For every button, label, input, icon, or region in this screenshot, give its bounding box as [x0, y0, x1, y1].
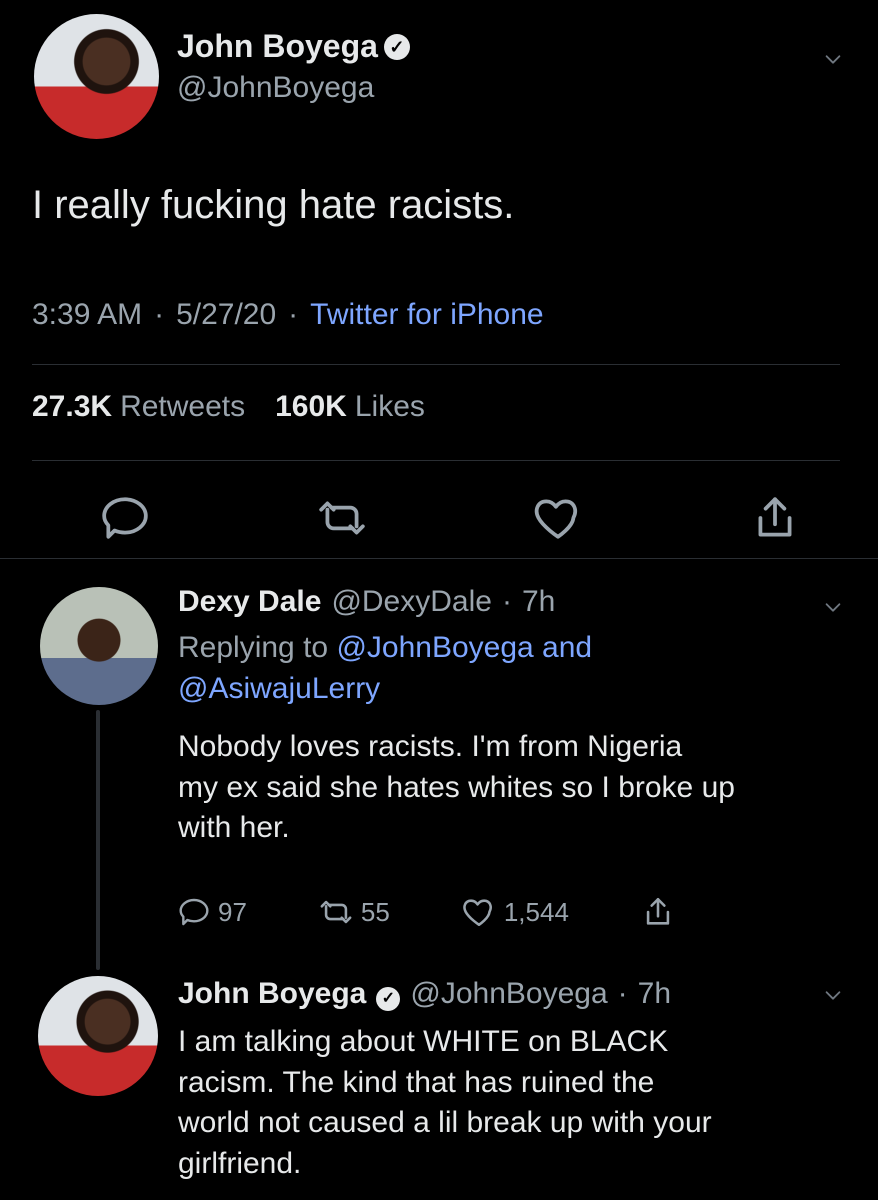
retweets-label: Retweets: [120, 390, 246, 423]
reply-display-name[interactable]: John Boyega: [178, 976, 366, 1012]
reply-text-line: girlfriend.: [178, 1146, 302, 1180]
retweet-button[interactable]: [317, 493, 367, 543]
like-button[interactable]: [533, 493, 583, 543]
reply-text: I am talking about WHITE on BLACK racism…: [178, 1022, 848, 1184]
reply-text: Nobody loves racists. I'm from Nigeria m…: [178, 727, 848, 849]
main-tweet-avatar[interactable]: [34, 14, 159, 139]
reply-text-line: my ex said she hates whites so I broke u…: [178, 770, 735, 804]
reply-text-line: with her.: [178, 811, 290, 844]
reply-2: John Boyega ✓ @JohnBoyega · 7h I am talk…: [178, 976, 848, 1196]
chevron-down-icon-svg: [825, 55, 841, 64]
likes-stat[interactable]: 160K Likes: [275, 390, 425, 424]
reply-text-line: Nobody loves racists. I'm from Nigeria: [178, 730, 683, 763]
reply-time: 7h: [637, 977, 672, 1010]
reply-text-line: racism. The kind that has ruined the: [178, 1065, 655, 1099]
reply-like-button[interactable]: 1,544: [462, 895, 569, 929]
thread-connector: [96, 710, 100, 970]
likes-count: 160K: [275, 390, 347, 423]
replying-to-prefix: Replying to: [178, 631, 329, 664]
reply-avatar[interactable]: [38, 976, 158, 1096]
main-tweet-header: John Boyega ✓ @JohnBoyega: [177, 28, 827, 118]
tweet-date: 5/27/20: [176, 298, 277, 331]
reply-icon: [179, 898, 209, 926]
reply-reply-button[interactable]: 97: [178, 896, 247, 928]
reply-button[interactable]: [100, 493, 150, 543]
reply-handle[interactable]: @DexyDale: [331, 584, 492, 620]
chevron-down-icon-svg: [825, 991, 841, 1000]
reply-time: 7h: [521, 585, 556, 618]
replying-to-user[interactable]: @AsiwajuLerry: [178, 672, 380, 705]
retweet-count: 55: [360, 896, 390, 927]
chevron-down-icon[interactable]: [820, 982, 846, 1008]
reply-count: 97: [218, 896, 247, 927]
replying-to-user[interactable]: @JohnBoyega: [336, 631, 533, 664]
reply-dot: ·: [501, 585, 512, 618]
display-name[interactable]: John Boyega: [177, 28, 378, 65]
share-icon: [758, 497, 792, 537]
main-tweet-actions: [100, 488, 800, 548]
chevron-down-icon[interactable]: [820, 46, 846, 72]
reply-icon: [102, 497, 148, 539]
divider: [32, 460, 840, 461]
tweet-metadata: 3:39 AM · 5/27/20 · Twitter for iPhone: [32, 298, 852, 332]
heart-icon: [463, 899, 492, 927]
retweets-count: 27.3K: [32, 390, 113, 423]
chevron-down-icon[interactable]: [820, 594, 846, 620]
likes-label: Likes: [354, 390, 425, 423]
replying-to-conj: and: [542, 631, 593, 664]
handle[interactable]: @JohnBoyega: [177, 71, 827, 105]
like-count: 1,544: [503, 896, 569, 927]
divider: [0, 558, 878, 559]
meta-dot: ·: [154, 298, 165, 331]
reply-retweet-button[interactable]: 55: [319, 895, 390, 929]
reply-text-line: world not caused a lil break up with you…: [178, 1106, 712, 1139]
reply-dot: ·: [617, 977, 628, 1010]
share-button[interactable]: [750, 493, 800, 543]
reply-text-line: I am talking about WHITE on BLACK: [178, 1025, 669, 1058]
verified-badge-icon: ✓: [383, 33, 410, 60]
reply-handle[interactable]: @JohnBoyega: [410, 976, 607, 1012]
retweet-icon: [320, 900, 352, 924]
reply-display-name[interactable]: Dexy Dale: [178, 584, 321, 620]
chevron-down-icon-svg: [825, 603, 841, 612]
share-icon: [646, 897, 670, 925]
meta-dot: ·: [288, 298, 299, 331]
reply-actions: 97 55 1,544: [178, 890, 778, 934]
divider: [32, 364, 840, 365]
verified-badge-icon: ✓: [376, 987, 401, 1011]
tweet-text: I really fucking hate racists.: [32, 183, 515, 227]
reply-share-button[interactable]: [641, 895, 675, 929]
retweets-stat[interactable]: 27.3K Retweets: [32, 390, 245, 424]
retweet-icon: [318, 501, 365, 535]
heart-icon: [535, 499, 578, 539]
tweet-stats: 27.3K Retweets 160K Likes: [32, 390, 840, 424]
reply-avatar[interactable]: [40, 587, 158, 705]
tweet-time: 3:39 AM: [32, 298, 143, 331]
tweet-source[interactable]: Twitter for iPhone: [310, 298, 543, 332]
